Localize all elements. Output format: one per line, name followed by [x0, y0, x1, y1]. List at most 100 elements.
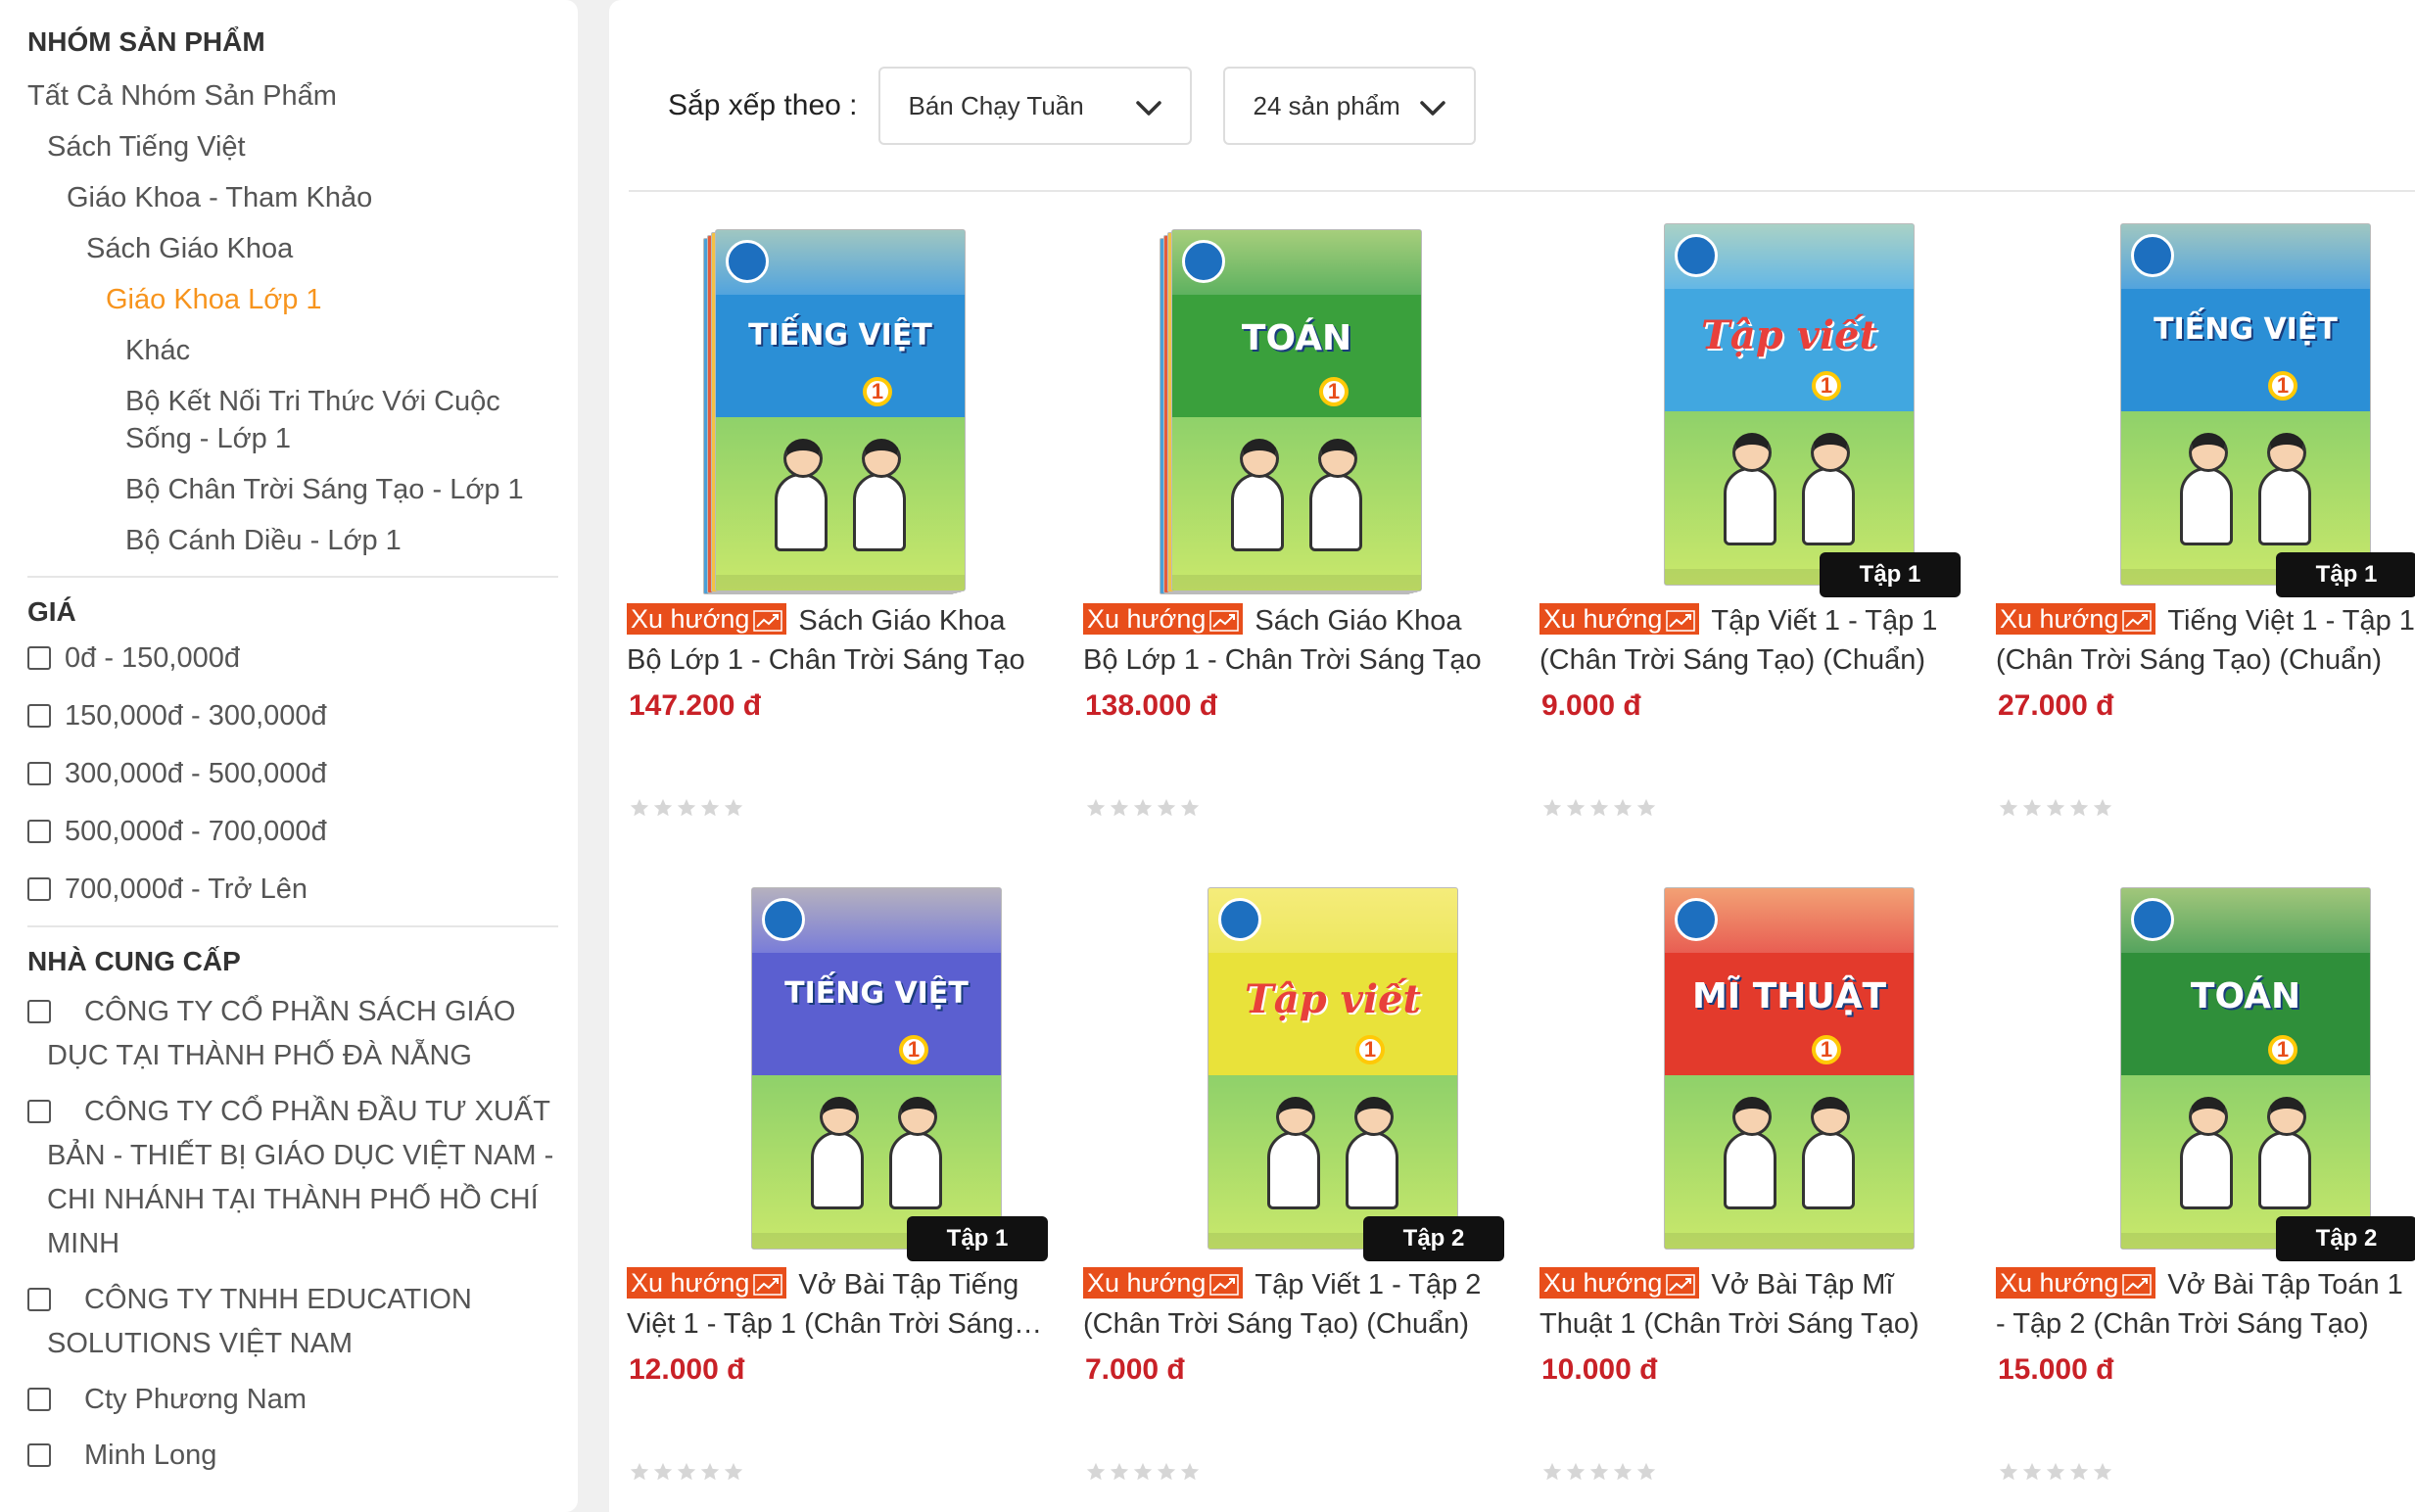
kid-head: [783, 439, 823, 478]
supplier-filter-label: CÔNG TY TNHH EDUCATION SOLUTIONS VIỆT NA…: [47, 1284, 472, 1359]
filter-sidebar: NHÓM SẢN PHẨM Tất Cả Nhóm Sản Phẩm Sách T…: [0, 0, 578, 1512]
cover-title-art: Tập viết: [1701, 312, 1877, 358]
category-item[interactable]: Sách Tiếng Việt: [27, 121, 578, 172]
price-filter-option[interactable]: 150,000đ - 300,000đ: [8, 694, 578, 738]
kid-head: [2267, 1097, 2306, 1136]
trend-label: Xu hướng: [2000, 604, 2119, 634]
product-image[interactable]: Tập viết 1 Tập 1: [1539, 208, 1961, 597]
trend-badge: Xu hướng: [627, 603, 787, 635]
price-filter-label: 300,000đ - 500,000đ: [65, 758, 327, 789]
publisher-logo-icon: [2131, 234, 2174, 277]
supplier-filter-option[interactable]: CÔNG TY CỔ PHẦN ĐẦU TƯ XUẤT BẢN - THIẾT …: [27, 1090, 576, 1266]
category-item[interactable]: Bộ Chân Trời Sáng Tạo - Lớp 1: [27, 464, 578, 515]
grade-number-icon: 1: [1812, 1035, 1841, 1064]
product-card[interactable]: MĨ THUẬT 1 Xu hướng Vở Bài Tập Mĩ Thuật 1 (…: [1539, 872, 1961, 1498]
trend-label: Xu hướng: [1543, 1268, 1663, 1298]
divider: [27, 576, 558, 578]
supplier-filter-option[interactable]: Minh Long: [27, 1434, 576, 1478]
checkbox[interactable]: [27, 704, 51, 728]
product-title[interactable]: Xu hướng Tiếng Việt 1 - Tập 1 (Chân Trời …: [1996, 601, 2415, 680]
product-image[interactable]: Tập viết 1 Tập 2: [1083, 872, 1504, 1261]
checkbox[interactable]: [27, 1000, 51, 1023]
trend-label: Xu hướng: [1543, 604, 1663, 634]
product-price: 12.000 đ: [629, 1353, 745, 1386]
rating-stars: [1541, 1461, 1657, 1483]
category-item[interactable]: Giáo Khoa - Tham Khảo: [27, 172, 578, 223]
rating-stars: [1541, 797, 1657, 819]
product-title[interactable]: Xu hướng Vở Bài Tập Mĩ Thuật 1 (Chân Trời…: [1539, 1265, 1961, 1344]
sort-toolbar: Sắp xếp theo : Bán Chạy Tuần 24 sản phẩm: [668, 67, 1477, 145]
product-image[interactable]: MĨ THUẬT 1: [1539, 872, 1961, 1253]
product-card[interactable]: TOÁN 1 Xu hướng Sách Giáo Khoa Bộ Lớp 1 - C…: [1083, 208, 1504, 834]
supplier-filter-option[interactable]: CÔNG TY TNHH EDUCATION SOLUTIONS VIỆT NA…: [27, 1278, 576, 1366]
product-title[interactable]: Xu hướng Sách Giáo Khoa Bộ Lớp 1 - Chân T…: [1083, 601, 1504, 680]
kid-head: [2189, 433, 2228, 472]
category-list: Tất Cả Nhóm Sản Phẩm Sách Tiếng Việt Giáo …: [27, 71, 578, 566]
product-card[interactable]: Tập viết 1 Tập 1 Xu hướng Tập Viết 1 - Tập 1…: [1539, 208, 1961, 834]
category-item[interactable]: Bộ Kết Nối Tri Thức Với Cuộc Sống - Lớp …: [27, 376, 566, 464]
product-price: 15.000 đ: [1998, 1353, 2114, 1386]
checkbox[interactable]: [27, 646, 51, 670]
checkbox[interactable]: [27, 877, 51, 901]
price-title: GIÁ: [27, 596, 76, 627]
product-image[interactable]: TIẾNG VIỆT 1 Tập 1: [627, 872, 1048, 1261]
product-title[interactable]: Xu hướng Vở Bài Tập Toán 1 - Tập 2 (Chân …: [1996, 1265, 2415, 1344]
product-image[interactable]: TOÁN 1: [1083, 208, 1504, 594]
product-title[interactable]: Xu hướng Sách Giáo Khoa Bộ Lớp 1 - Chân T…: [627, 601, 1048, 680]
star-icon: [1636, 1462, 1656, 1481]
sort-select[interactable]: Bán Chạy Tuần: [878, 67, 1193, 145]
product-card[interactable]: TIẾNG VIỆT 1 Tập 1 Xu hướng Vở Bài Tập Tiếng…: [627, 872, 1048, 1498]
product-title[interactable]: Xu hướng Tập Viết 1 - Tập 1 (Chân Trời Sá…: [1539, 601, 1961, 680]
category-item[interactable]: Bộ Cánh Diều - Lớp 1: [27, 515, 578, 566]
star-icon: [1110, 1462, 1129, 1481]
checkbox[interactable]: [27, 1100, 51, 1123]
checkbox[interactable]: [27, 1388, 51, 1411]
trending-up-icon: [2122, 1274, 2153, 1296]
category-item[interactable]: Tất Cả Nhóm Sản Phẩm: [27, 71, 578, 121]
book-cover: TIẾNG VIỆT 1: [2120, 223, 2371, 586]
checkbox[interactable]: [27, 762, 51, 785]
product-title[interactable]: Xu hướng Tập Viết 1 - Tập 2 (Chân Trời Sá…: [1083, 1265, 1504, 1344]
category-item[interactable]: Giáo Khoa Lớp 1: [27, 274, 578, 325]
product-title[interactable]: Xu hướng Vở Bài Tập Tiếng Việt 1 - Tập 1 …: [627, 1265, 1048, 1344]
product-card[interactable]: TOÁN 1 Tập 2 Xu hướng Vở Bài Tập Toán 1 - Tậ…: [1996, 872, 2415, 1498]
star-icon: [1566, 798, 1586, 817]
price-filter-option[interactable]: 700,000đ - Trở Lên: [8, 868, 578, 912]
price-filter-option[interactable]: 0đ - 150,000đ: [8, 637, 578, 681]
rating-stars: [1998, 797, 2113, 819]
product-card[interactable]: Tập viết 1 Tập 2 Xu hướng Tập Viết 1 - Tập 2…: [1083, 872, 1504, 1498]
kid-illustration: [853, 439, 906, 551]
publisher-logo-icon: [1218, 898, 1261, 941]
supplier-filter-label: CÔNG TY CỔ PHẦN SÁCH GIÁO DỤC TẠI THÀNH …: [47, 996, 516, 1071]
product-image[interactable]: TOÁN 1 Tập 2: [1996, 872, 2415, 1261]
book-cover: TIẾNG VIỆT 1: [751, 887, 1002, 1250]
product-image[interactable]: TIẾNG VIỆT 1: [627, 208, 1048, 594]
supplier-filter-option[interactable]: CÔNG TY CỔ PHẦN SÁCH GIÁO DỤC TẠI THÀNH …: [27, 990, 576, 1078]
trend-badge: Xu hướng: [1539, 1267, 1700, 1299]
category-item[interactable]: Khác: [27, 325, 578, 376]
rating-stars: [629, 797, 744, 819]
checkbox[interactable]: [27, 1288, 51, 1311]
star-icon: [2069, 1462, 2089, 1481]
price-filter-option[interactable]: 300,000đ - 500,000đ: [8, 752, 578, 796]
checkbox[interactable]: [27, 1443, 51, 1467]
price-filter-label: 0đ - 150,000đ: [65, 642, 240, 674]
volume-badge: Tập 2: [1363, 1216, 1504, 1261]
category-item[interactable]: Sách Giáo Khoa: [27, 223, 578, 274]
product-card[interactable]: TIẾNG VIỆT 1 Xu hướng Sách Giáo Khoa Bộ Lớp…: [627, 208, 1048, 834]
volume-badge: Tập 1: [1820, 552, 1961, 597]
star-icon: [1086, 798, 1106, 817]
checkbox[interactable]: [27, 820, 51, 843]
supplier-filter-option[interactable]: Cty Phương Nam: [27, 1378, 576, 1422]
kid-head: [2189, 1097, 2228, 1136]
trending-up-icon: [1209, 610, 1240, 632]
book-cover: TIẾNG VIỆT 1: [715, 229, 966, 591]
page-size-select[interactable]: 24 sản phẩm: [1223, 67, 1477, 145]
trend-label: Xu hướng: [631, 1268, 750, 1298]
star-icon: [2022, 798, 2042, 817]
product-card[interactable]: TIẾNG VIỆT 1 Tập 1 Xu hướng Tiếng Việt 1 - T…: [1996, 208, 2415, 834]
price-filter-option[interactable]: 500,000đ - 700,000đ: [8, 810, 578, 854]
product-image[interactable]: TIẾNG VIỆT 1 Tập 1: [1996, 208, 2415, 597]
grade-number-icon: 1: [1319, 377, 1349, 406]
volume-badge: Tập 1: [2276, 552, 2415, 597]
